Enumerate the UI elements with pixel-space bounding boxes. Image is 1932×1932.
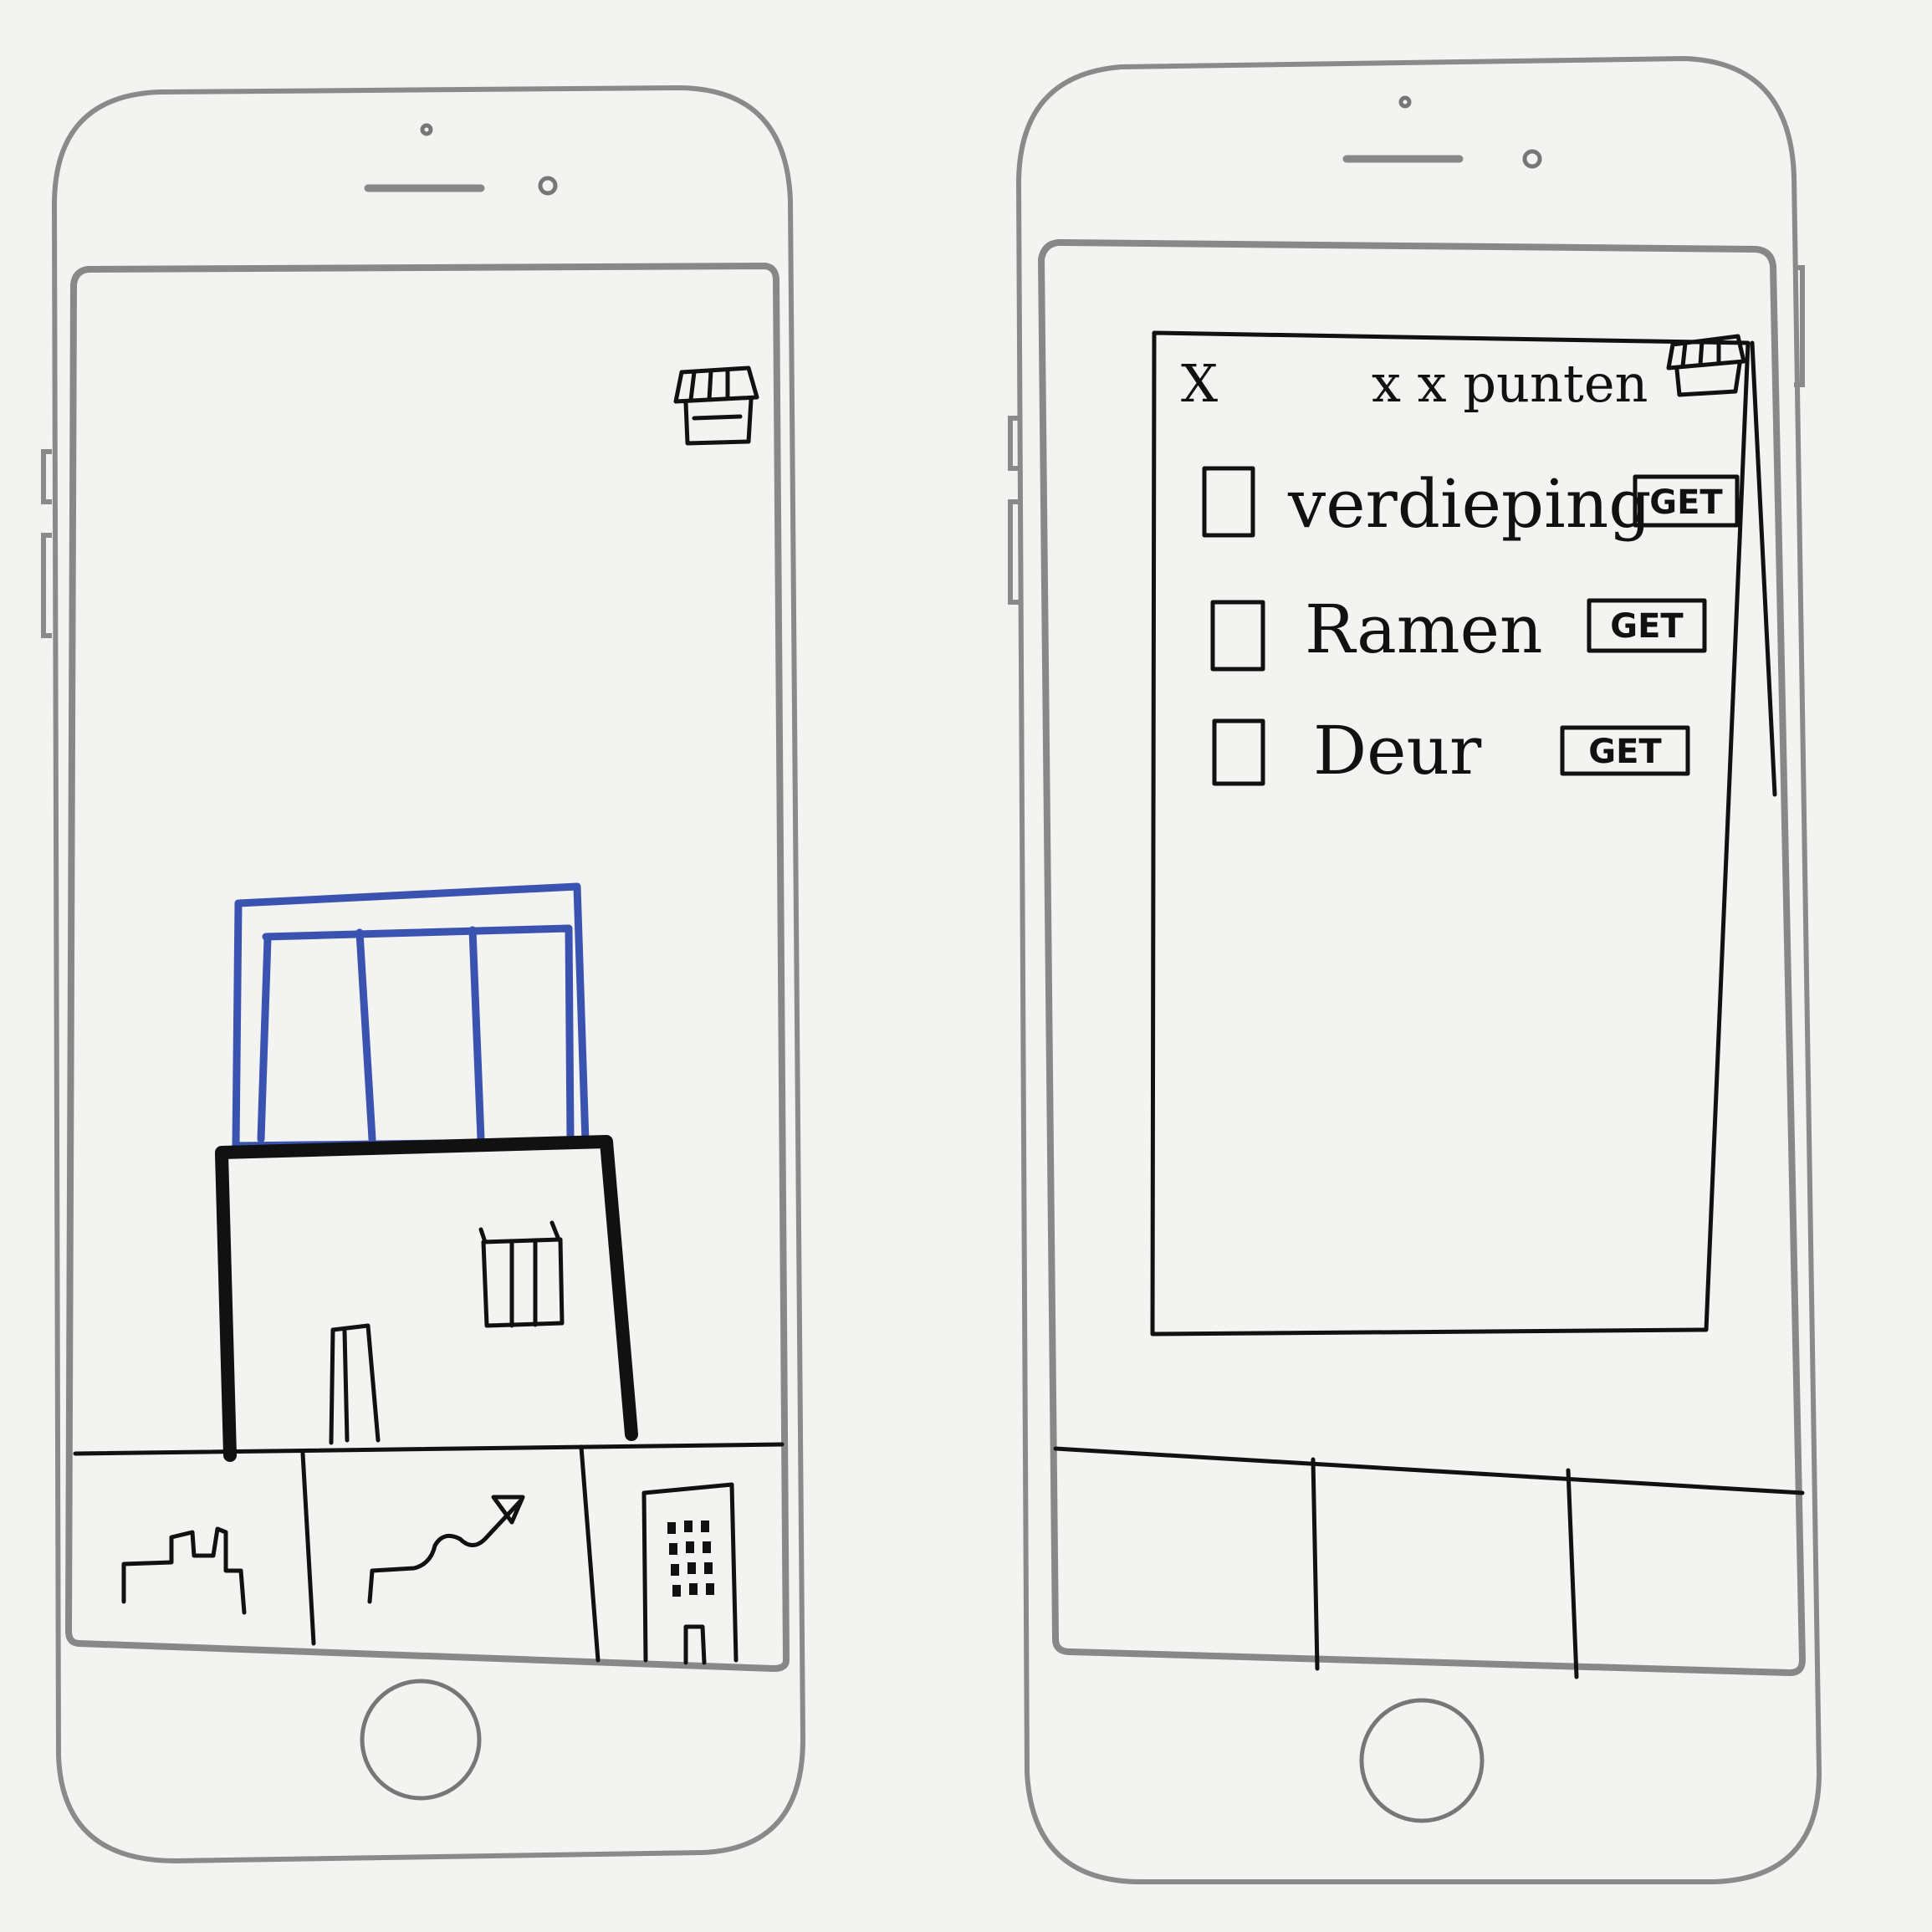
left-front-camera xyxy=(420,123,433,136)
close-button[interactable]: X xyxy=(1181,353,1218,414)
item-label: Deur xyxy=(1313,712,1482,790)
get-button[interactable]: GET xyxy=(1633,474,1740,528)
building-door xyxy=(329,1323,381,1445)
right-side-button-top xyxy=(1008,416,1019,471)
get-button[interactable]: GET xyxy=(1587,598,1707,653)
get-button[interactable]: GET xyxy=(1560,725,1690,776)
building-window xyxy=(478,1220,565,1328)
skyline-icon[interactable] xyxy=(121,1526,247,1615)
left-sensor xyxy=(538,176,558,196)
store-awning-icon[interactable] xyxy=(1666,334,1746,397)
tab-2[interactable] xyxy=(1317,1468,1572,1669)
points-label: x x punten xyxy=(1372,353,1648,414)
right-side-button-bottom xyxy=(1008,499,1019,605)
get-button-label: GET xyxy=(1610,607,1684,646)
left-screen xyxy=(64,262,790,1673)
right-front-camera xyxy=(1398,95,1412,109)
tab-divider-1 xyxy=(1311,1457,1320,1671)
get-button-label: GET xyxy=(1649,483,1723,522)
left-phone xyxy=(41,84,806,1864)
tab-1[interactable] xyxy=(1058,1459,1313,1660)
right-sensor xyxy=(1522,149,1542,169)
store-awning-icon[interactable] xyxy=(673,365,759,446)
shop-item: verdieping GET xyxy=(1202,465,1740,543)
item-label: Ramen xyxy=(1305,590,1543,668)
get-button-label: GET xyxy=(1588,733,1662,771)
building-icon-windows xyxy=(667,1521,714,1597)
tab-3[interactable] xyxy=(1577,1476,1798,1677)
item-label: verdieping xyxy=(1287,465,1651,543)
left-home-button[interactable] xyxy=(360,1679,482,1801)
item-checkbox[interactable] xyxy=(1210,600,1265,672)
right-phone: X x x punten verdieping GET Ramen GET De… xyxy=(1008,55,1822,1884)
shop-item: Deur GET xyxy=(1212,712,1690,790)
building-sketch xyxy=(215,882,638,1462)
new-floor-highlight xyxy=(232,882,590,1150)
shop-panel: X x x punten verdieping GET Ramen GET De… xyxy=(1150,330,1777,1337)
left-side-button-bottom xyxy=(41,533,52,638)
right-home-button[interactable] xyxy=(1359,1698,1485,1823)
shop-item: Ramen GET xyxy=(1210,590,1707,672)
trend-arrow-icon[interactable] xyxy=(367,1495,525,1604)
left-side-button-top xyxy=(41,449,52,504)
item-checkbox[interactable] xyxy=(1212,718,1265,786)
item-checkbox[interactable] xyxy=(1202,466,1255,538)
building-icon[interactable] xyxy=(641,1482,739,1665)
